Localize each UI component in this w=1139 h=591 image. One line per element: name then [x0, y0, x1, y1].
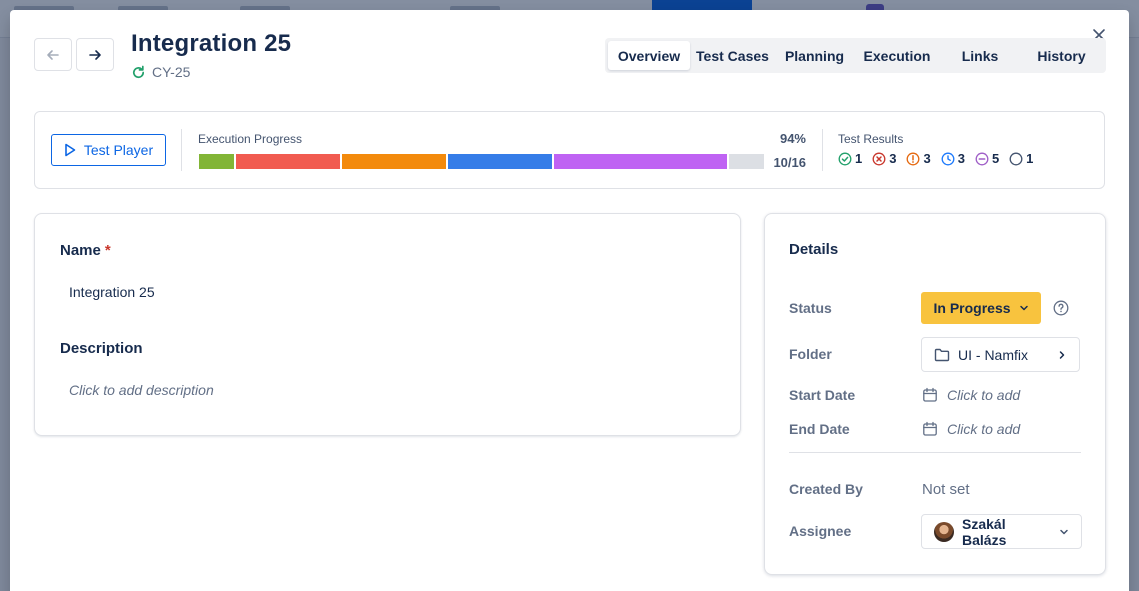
- test-result-x-circle[interactable]: 3: [872, 151, 896, 166]
- status-label: Status: [789, 300, 832, 316]
- arrow-left-icon: [47, 49, 59, 60]
- test-result-count: 3: [923, 151, 931, 166]
- execution-summary-card: [34, 111, 1105, 189]
- next-button[interactable]: [76, 38, 114, 71]
- empty-circle-icon: [1009, 152, 1023, 165]
- chevron-down-icon: [1060, 529, 1068, 534]
- arrow-right-icon: [89, 49, 101, 60]
- details-divider: [789, 452, 1081, 453]
- test-results-label: Test Results: [838, 132, 904, 146]
- test-result-count: 1: [855, 151, 863, 166]
- tab-overview[interactable]: Overview: [608, 41, 690, 70]
- test-player-button[interactable]: Test Player: [51, 134, 166, 166]
- test-result-count: 5: [991, 151, 1000, 166]
- folder-selector[interactable]: UI - Namfix: [921, 337, 1080, 372]
- test-result-count: 3: [957, 151, 965, 166]
- test-result-count: 3: [889, 151, 897, 166]
- execution-progress-label: Execution Progress: [198, 132, 303, 146]
- test-result-check-circle[interactable]: 1: [838, 151, 862, 166]
- progress-segment-todo: [729, 154, 764, 169]
- status-dropdown[interactable]: In Progress: [921, 292, 1041, 324]
- avatar: [934, 521, 954, 542]
- progress-percent: 94%: [779, 131, 806, 146]
- end-date-picker[interactable]: Click to add: [922, 421, 1020, 437]
- general-card: [34, 213, 741, 436]
- start-date-picker[interactable]: Click to add: [922, 387, 1020, 403]
- page-title: Integration 25: [131, 30, 292, 57]
- end-date-label: End Date: [789, 421, 850, 437]
- name-field[interactable]: Integration 25: [69, 284, 155, 300]
- clock-circle-icon: [941, 152, 955, 165]
- refresh-icon: [133, 65, 145, 78]
- divider: [181, 129, 182, 171]
- start-date-value: Click to add: [947, 387, 1021, 403]
- progress-segment-failed: [235, 154, 340, 169]
- assignee-label: Assignee: [789, 523, 852, 539]
- alert-circle-icon: [907, 152, 920, 165]
- progress-segment-passed: [199, 154, 234, 169]
- play-icon: [65, 143, 76, 157]
- tab-test-cases[interactable]: Test Cases: [690, 41, 775, 70]
- description-field[interactable]: Click to add description: [69, 382, 214, 398]
- created-by-label: Created By: [789, 481, 863, 497]
- tab-history[interactable]: History: [1020, 41, 1103, 70]
- tab-bar: Overview Test Cases Planning Execution L…: [605, 38, 1106, 73]
- tab-links[interactable]: Links: [940, 41, 1020, 70]
- divider: [822, 129, 823, 171]
- created-by-value: Not set: [922, 481, 970, 498]
- name-label-text: Name: [60, 242, 101, 259]
- x-circle-icon: [872, 152, 886, 165]
- chevron-down-icon: [1019, 305, 1028, 311]
- check-circle-icon: [838, 152, 852, 165]
- description-label: Description: [60, 340, 143, 357]
- folder-label: Folder: [789, 346, 832, 362]
- test-result-empty-circle[interactable]: 1: [1009, 151, 1033, 166]
- status-value: In Progress: [933, 300, 1011, 316]
- test-results: 1 3 3 3 5 1: [838, 151, 1033, 166]
- progress-segment-executing: [447, 154, 552, 169]
- progress-count: 10/16: [773, 155, 806, 170]
- help-icon[interactable]: [1053, 300, 1069, 316]
- test-result-minus-circle[interactable]: 5: [975, 151, 999, 166]
- chevron-right-icon: [1059, 350, 1065, 359]
- name-label: Name *: [60, 242, 111, 259]
- end-date-value: Click to add: [947, 421, 1021, 437]
- required-marker: *: [104, 242, 111, 259]
- minus-circle-icon: [975, 152, 989, 165]
- progress-segment-aborted: [341, 154, 446, 169]
- test-result-alert-circle[interactable]: 3: [906, 151, 931, 166]
- assignee-value: Szakál Balázs: [962, 515, 1007, 548]
- folder-value: UI - Namfix: [958, 346, 1028, 363]
- calendar-icon: [923, 421, 937, 436]
- test-result-count: 1: [1026, 151, 1034, 166]
- tab-planning[interactable]: Planning: [775, 41, 854, 70]
- previous-button[interactable]: [34, 38, 72, 71]
- assignee-selector[interactable]: Szakál Balázs: [921, 514, 1082, 549]
- folder-icon: [934, 348, 950, 361]
- tab-execution[interactable]: Execution: [854, 41, 940, 70]
- calendar-icon: [923, 387, 937, 402]
- details-title: Details: [789, 241, 839, 258]
- start-date-label: Start Date: [789, 387, 856, 403]
- test-result-clock-circle[interactable]: 3: [941, 151, 965, 166]
- progress-segment-blocked: [553, 154, 728, 169]
- issue-key-label: CY-25: [152, 64, 191, 80]
- issue-key[interactable]: CY-25: [131, 64, 190, 80]
- execution-progress-bar[interactable]: [199, 154, 764, 169]
- test-player-label: Test Player: [83, 142, 154, 158]
